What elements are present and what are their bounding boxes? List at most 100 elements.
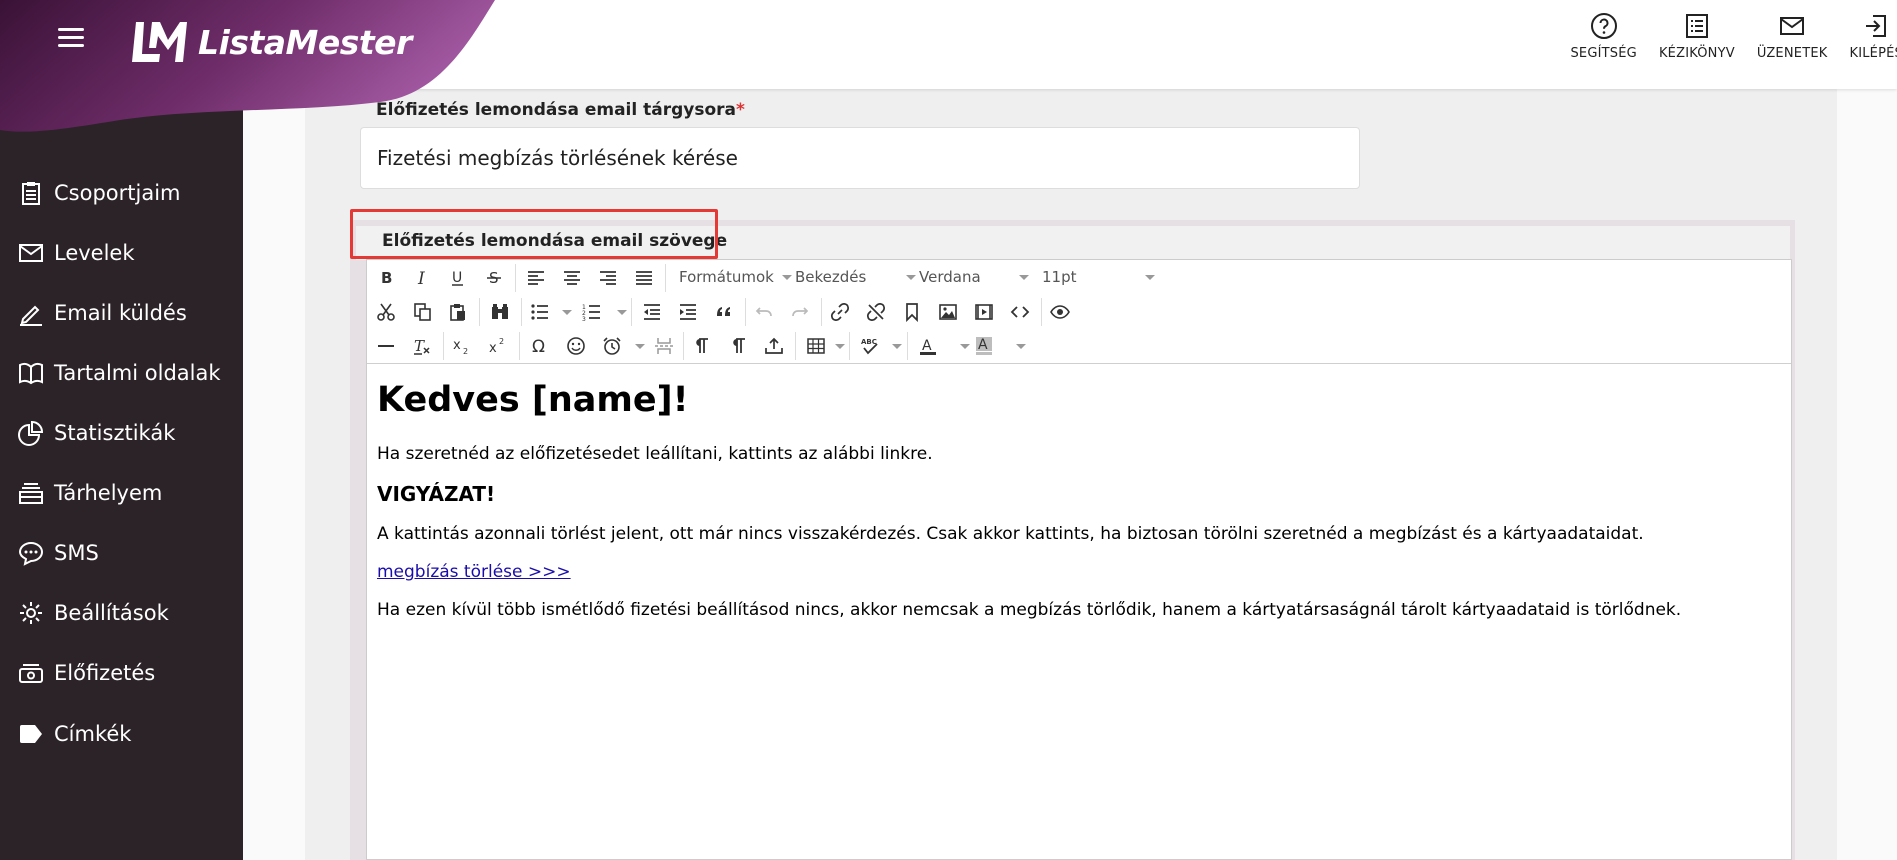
insert-table-button[interactable] [803,333,829,359]
sidebar-item-label: Előfizetés [54,661,156,685]
chevron-down-icon[interactable] [617,310,627,315]
text-color-button[interactable]: A [915,333,941,359]
find-replace-button[interactable] [487,299,513,325]
justify-button[interactable] [631,265,657,291]
superscript-button[interactable]: x2 [485,333,511,359]
clear-formatting-button[interactable]: T [409,333,435,359]
sidebar-item-label: Email küldés [54,301,187,325]
show-invisibles-button[interactable] [725,333,751,359]
upload-icon [765,337,783,354]
subscript-button[interactable]: x2 [449,333,475,359]
highlight-color-icon: A [976,337,992,355]
emoticons-button[interactable] [563,333,589,359]
align-right-button[interactable] [595,265,621,291]
sidebar-item-sms[interactable]: SMS [18,533,99,573]
chevron-down-icon[interactable] [835,344,845,349]
tag-icon [20,725,42,743]
unlink-icon [867,303,885,321]
chevron-down-icon [906,274,917,280]
pencil-icon [20,305,42,326]
clear-format-icon: T [414,337,430,355]
sidebar-item-storage[interactable]: Tárhelyem [18,473,162,513]
redo-button[interactable] [787,299,813,325]
spellcheck-button[interactable]: ABC [857,333,883,359]
brand-name: ListaMester [198,22,412,62]
sidebar-item-subscription[interactable]: Előfizetés [18,653,155,693]
font-size-dropdown[interactable]: 11pt [1042,268,1155,286]
cancel-mandate-link[interactable]: megbízás törlése >>> [377,562,571,582]
sidebar-item-settings[interactable]: Beállítások [18,593,169,633]
logout-button[interactable]: KILÉPÉS [1849,12,1897,61]
horizontal-rule-button[interactable] [373,333,399,359]
editor-content[interactable]: Kedves [name]! Ha szeretnéd az előfizeté… [377,380,1777,638]
editor-toolbar: B I U S Formátumok Bekezdés Verdana 11pt… [367,260,1791,364]
indent-button[interactable] [675,299,701,325]
show-blocks-button[interactable] [689,333,715,359]
underline-button[interactable]: U [445,265,471,291]
messages-label: ÜZENETEK [1756,46,1828,61]
messages-button[interactable]: ÜZENETEK [1757,12,1828,61]
subject-input[interactable] [360,127,1360,189]
bullet-list-button[interactable] [527,299,553,325]
superscript-icon: x2 [489,337,504,356]
menu-toggle-button[interactable] [58,26,86,50]
sidebar-item-letters[interactable]: Levelek [18,233,135,273]
align-left-button[interactable] [523,265,549,291]
upload-button[interactable] [761,333,787,359]
source-code-button[interactable] [1007,299,1033,325]
chevron-down-icon[interactable] [562,310,572,315]
svg-text:I: I [417,269,425,288]
page-break-icon [655,338,673,354]
toolbar-separator [821,298,822,326]
background-color-button[interactable]: A [971,333,997,359]
font-family-label: Verdana [919,268,981,286]
page-break-button[interactable] [651,333,677,359]
insert-media-button[interactable] [971,299,997,325]
svg-text:3: 3 [582,316,586,322]
numbered-list-button[interactable]: 123 [579,299,605,325]
subscript-icon: x2 [453,338,468,356]
chevron-down-icon[interactable] [892,344,902,349]
italic-button[interactable]: I [409,265,435,291]
chevron-down-icon[interactable] [960,344,970,349]
chevron-down-icon[interactable] [1016,344,1026,349]
outdent-icon [644,304,660,320]
bold-button[interactable]: B [373,265,399,291]
toolbar-separator [665,264,666,292]
sidebar-item-tags[interactable]: Címkék [18,714,131,754]
bookmark-button[interactable] [899,299,925,325]
preview-button[interactable] [1047,299,1073,325]
sidebar-item-label: Címkék [54,722,132,746]
blockquote-button[interactable] [711,299,737,325]
sidebar-item-content-pages[interactable]: Tartalmi oldalak [18,353,221,393]
align-center-button[interactable] [559,265,585,291]
required-mark: * [736,100,745,120]
undo-icon [755,307,772,317]
sidebar-item-groups[interactable]: Csoportjaim [18,173,181,213]
copy-button[interactable] [409,299,435,325]
insert-link-button[interactable] [827,299,853,325]
formats-dropdown[interactable]: Formátumok [679,268,792,286]
undo-button[interactable] [751,299,777,325]
help-button[interactable]: SEGÍTSÉG [1570,12,1637,61]
font-family-dropdown[interactable]: Verdana [919,268,1039,286]
insert-image-button[interactable] [935,299,961,325]
brand-logo[interactable]: ListaMester [130,18,412,66]
remove-link-button[interactable] [863,299,889,325]
strikethrough-button[interactable]: S [481,265,507,291]
block-format-dropdown[interactable]: Bekezdés [795,268,917,286]
sidebar-item-statistics[interactable]: Statisztikák [18,413,175,453]
outdent-button[interactable] [639,299,665,325]
cut-button[interactable] [373,299,399,325]
sidebar-item-label: Csoportjaim [54,181,181,205]
sidebar-item-send-email[interactable]: Email küldés [18,293,187,333]
insert-datetime-button[interactable] [599,333,625,359]
manual-button[interactable]: KÉZIKÖNYV [1659,12,1735,61]
paste-button[interactable] [445,299,471,325]
toolbar-separator [849,332,850,360]
align-left-icon [528,271,544,285]
chevron-down-icon[interactable] [635,344,645,349]
toolbar-separator [519,332,520,360]
svg-text:ABC: ABC [861,338,877,346]
special-character-button[interactable]: Ω [527,333,553,359]
